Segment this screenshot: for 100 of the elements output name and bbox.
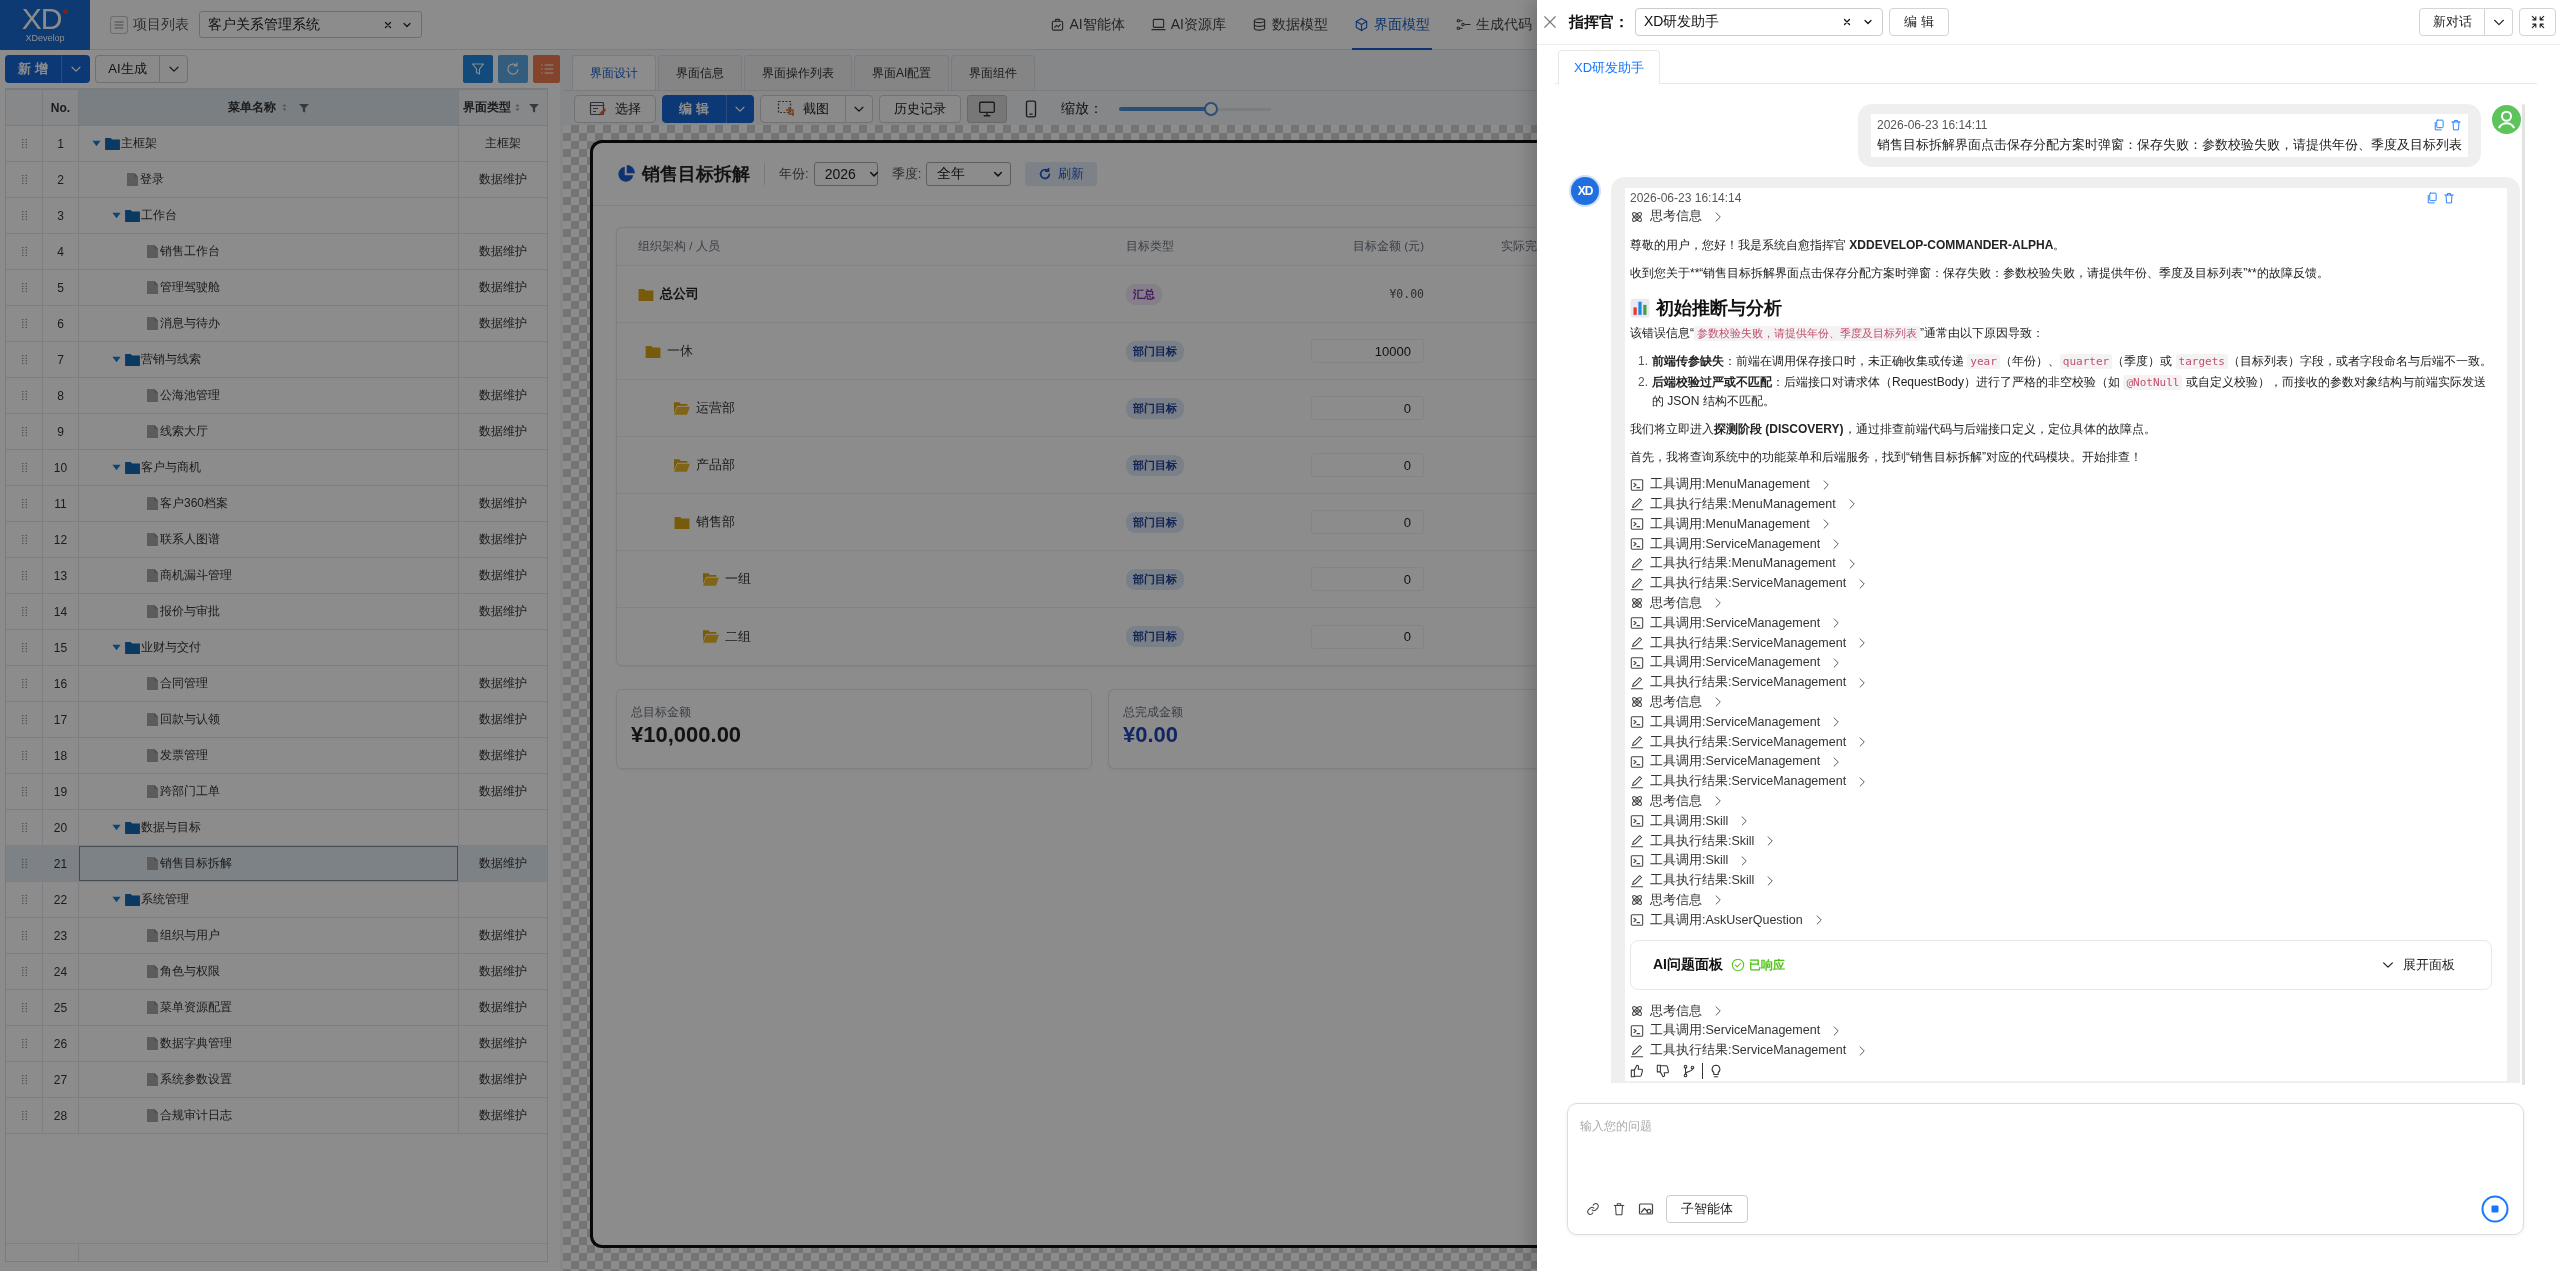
nav-tab[interactable]: 数据模型 xyxy=(1250,0,1330,50)
table-row[interactable]: 17 回款与认领 数据维护 xyxy=(6,702,547,738)
step-label[interactable]: 工具执行结果:Skill xyxy=(1650,832,1755,850)
expand-panel-button[interactable]: 展开面板 xyxy=(2381,956,2455,974)
menu-name[interactable]: 回款与认领 xyxy=(160,711,220,728)
amount-input[interactable]: 0 xyxy=(1311,624,1424,649)
menu-name[interactable]: 发票管理 xyxy=(160,747,208,764)
screenshot-button[interactable]: 截图 xyxy=(759,95,846,123)
step-label[interactable]: 思考信息 xyxy=(1650,891,1702,909)
menu-name[interactable]: 销售目标拆解 xyxy=(160,855,232,872)
thumbs-up-icon[interactable] xyxy=(1630,1063,1644,1078)
drag-handle-icon[interactable] xyxy=(20,822,28,833)
table-row[interactable]: 18 发票管理 数据维护 xyxy=(6,738,547,774)
sort-icon[interactable] xyxy=(514,101,521,114)
drag-handle-icon[interactable] xyxy=(20,714,28,725)
table-row[interactable]: 5 管理驾驶舱 数据维护 xyxy=(6,270,547,306)
step-label[interactable]: 工具调用:ServiceManagement xyxy=(1650,753,1821,771)
step-label[interactable]: 工具执行结果:Skill xyxy=(1650,872,1755,890)
trash-icon[interactable] xyxy=(1612,1202,1626,1216)
menu-name[interactable]: 角色与权限 xyxy=(160,963,220,980)
device-toggle[interactable] xyxy=(966,95,1007,123)
drag-handle-icon[interactable] xyxy=(20,966,28,977)
commander-select[interactable]: XD研发助手 xyxy=(1635,8,1883,36)
table-row[interactable]: 19 跨部门工单 数据维护 xyxy=(6,774,547,810)
step-label[interactable]: 工具执行结果:MenuManagement xyxy=(1650,555,1836,573)
thumbs-down-icon[interactable] xyxy=(1656,1063,1670,1078)
menu-name[interactable]: 菜单资源配置 xyxy=(160,999,232,1016)
menu-name[interactable]: 公海池管理 xyxy=(160,387,220,404)
step-label[interactable]: 工具调用:ServiceManagement xyxy=(1650,535,1821,553)
drag-handle-icon[interactable] xyxy=(20,282,28,293)
table-row[interactable]: 23 组织与用户 数据维护 xyxy=(6,918,547,954)
drag-handle-icon[interactable] xyxy=(20,1110,28,1121)
collapse-button[interactable] xyxy=(2519,8,2556,36)
table-row[interactable]: 15 业财与交付 xyxy=(6,630,547,666)
menu-name[interactable]: 销售工作台 xyxy=(160,243,220,260)
drag-handle-icon[interactable] xyxy=(20,318,28,329)
expand-caret-icon[interactable] xyxy=(110,822,122,833)
step-label[interactable]: 工具执行结果:ServiceManagement xyxy=(1650,634,1847,652)
drag-handle-icon[interactable] xyxy=(20,930,28,941)
nav-tab[interactable]: AI智能体 xyxy=(1047,0,1127,50)
menu-name[interactable]: 数据字典管理 xyxy=(160,1035,232,1052)
drag-handle-icon[interactable] xyxy=(20,570,28,581)
menu-name[interactable]: 组织与用户 xyxy=(160,927,220,944)
menu-name[interactable]: 营销与线索 xyxy=(141,351,201,368)
new-chat-button[interactable]: 新对话 xyxy=(2419,8,2485,36)
ai-generate-button[interactable]: AI生成 xyxy=(95,55,159,83)
menu-name[interactable]: 管理驾驶舱 xyxy=(160,279,220,296)
table-row[interactable]: 3 工作台 xyxy=(6,198,547,234)
menu-name[interactable]: 消息与待办 xyxy=(160,315,220,332)
refresh-button[interactable] xyxy=(498,55,528,83)
list-icon[interactable] xyxy=(110,15,128,34)
menu-name[interactable]: 主框架 xyxy=(121,135,157,152)
menu-name[interactable]: 登录 xyxy=(140,171,164,188)
table-row[interactable]: 16 合同管理 数据维护 xyxy=(6,666,547,702)
column-header[interactable]: 菜单名称 xyxy=(78,90,458,125)
menu-name[interactable]: 工作台 xyxy=(141,207,177,224)
table-row[interactable]: 13 商机漏斗管理 数据维护 xyxy=(6,558,547,594)
drag-handle-icon[interactable] xyxy=(20,750,28,761)
drag-handle-icon[interactable] xyxy=(20,642,28,653)
edit-button[interactable]: 编 辑 xyxy=(1889,8,1949,36)
branch-icon[interactable] xyxy=(1682,1063,1696,1078)
table-row[interactable]: 27 系统参数设置 数据维护 xyxy=(6,1062,547,1098)
table-row[interactable]: 6 消息与待办 数据维护 xyxy=(6,306,547,342)
drag-handle-icon[interactable] xyxy=(20,138,28,149)
stop-icon[interactable] xyxy=(2481,1195,2509,1223)
refresh-button[interactable]: 刷新 xyxy=(1025,162,1098,186)
menu-name[interactable]: 客户360档案 xyxy=(160,495,229,512)
add-button[interactable]: 新 增 xyxy=(5,55,61,83)
delete-icon[interactable] xyxy=(2443,192,2455,204)
table-row[interactable]: 21 销售目标拆解 数据维护 xyxy=(6,846,547,882)
drag-handle-icon[interactable] xyxy=(20,426,28,437)
link-icon[interactable] xyxy=(1586,1202,1600,1216)
drag-handle-icon[interactable] xyxy=(20,606,28,617)
sub-agent-button[interactable]: 子智能体 xyxy=(1666,1195,1748,1223)
step-label[interactable]: 工具调用:ServiceManagement xyxy=(1650,1022,1821,1040)
table-row[interactable]: 24 角色与权限 数据维护 xyxy=(6,954,547,990)
delete-icon[interactable] xyxy=(2450,119,2462,131)
table-row[interactable]: 20 数据与目标 xyxy=(6,810,547,846)
history-button[interactable]: 历史记录 xyxy=(878,95,961,123)
step-label[interactable]: 工具执行结果:MenuManagement xyxy=(1650,496,1836,513)
step-label[interactable]: 思考信息 xyxy=(1650,594,1702,612)
step-label[interactable]: 工具执行结果:ServiceManagement xyxy=(1650,674,1847,692)
drag-handle-icon[interactable] xyxy=(20,498,28,509)
sort-icon[interactable] xyxy=(280,101,288,114)
drag-handle-icon[interactable] xyxy=(20,678,28,689)
drag-handle-icon[interactable] xyxy=(20,894,28,905)
table-row[interactable]: 22 系统管理 xyxy=(6,882,547,918)
amount-input[interactable]: 0 xyxy=(1311,567,1424,591)
focused-cell[interactable]: 销售目标拆解 xyxy=(78,846,458,881)
step-label[interactable]: 思考信息 xyxy=(1650,1002,1702,1020)
designer-tab[interactable]: 界面AI配置 xyxy=(854,55,950,90)
chat-input-box[interactable]: 输入您的问题 子智能体 xyxy=(1567,1103,2524,1235)
table-row[interactable]: 28 合规审计日志 数据维护 xyxy=(6,1098,547,1134)
nav-tab[interactable]: AI资源库 xyxy=(1148,0,1228,50)
designer-tab[interactable]: 界面操作列表 xyxy=(744,55,852,90)
table-row[interactable]: 7 营销与线索 xyxy=(6,342,547,378)
table-row[interactable]: 9 线索大厅 数据维护 xyxy=(6,414,547,450)
menu-name[interactable]: 系统管理 xyxy=(141,891,189,908)
expand-caret-icon[interactable] xyxy=(110,462,122,473)
copy-icon[interactable] xyxy=(2433,119,2445,131)
